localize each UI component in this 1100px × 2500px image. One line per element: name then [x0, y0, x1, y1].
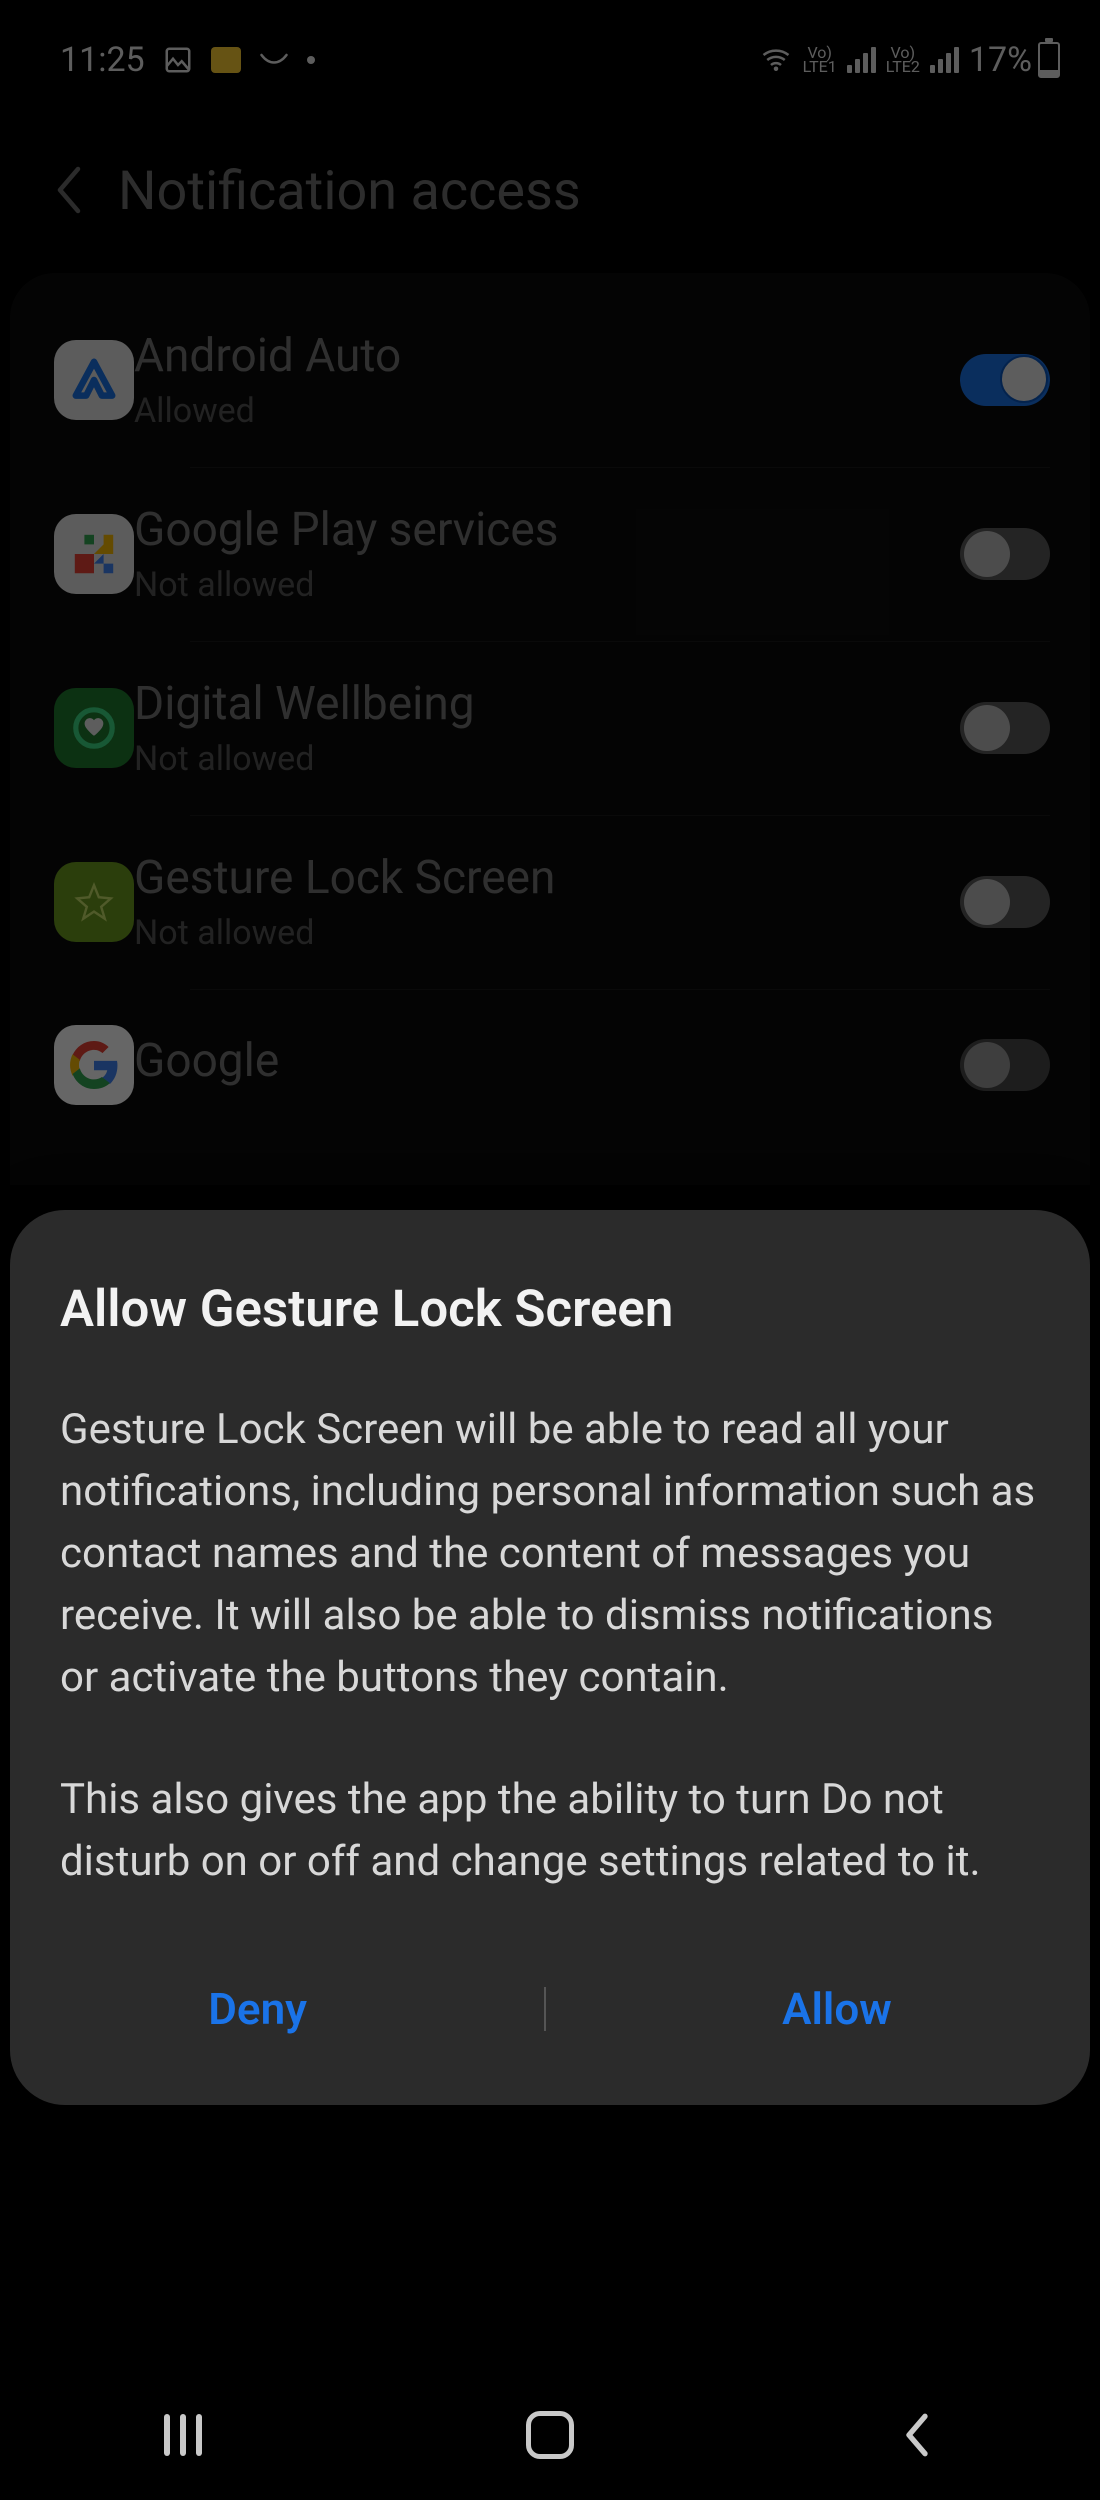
app-name: Android Auto [134, 329, 960, 383]
app-row-android-auto[interactable]: Android Auto Allowed [10, 293, 1090, 467]
volte1-icon: Vo)LTE1 [803, 46, 837, 74]
app-row-gesture-lock[interactable]: Gesture Lock Screen Not allowed [10, 815, 1090, 989]
app-list: Android Auto Allowed Google Play service… [10, 273, 1090, 1185]
app-name: Gesture Lock Screen [134, 851, 960, 905]
permission-dialog: Allow Gesture Lock Screen Gesture Lock S… [10, 1210, 1090, 2105]
signal2-icon [930, 47, 959, 73]
app-name: Google [134, 1034, 960, 1088]
play-services-icon [54, 514, 134, 594]
nav-recents-button[interactable] [153, 2405, 213, 2465]
status-bar: 11:25 Vo)LTE1 Vo)LTE2 17% [0, 0, 1100, 80]
android-auto-icon [54, 340, 134, 420]
nav-back-button[interactable] [887, 2405, 947, 2465]
page-header: Notification access [0, 80, 1100, 273]
dialog-actions: Deny Allow [60, 1953, 1040, 2065]
gesture-lock-icon [54, 862, 134, 942]
app-name: Digital Wellbeing [134, 677, 960, 731]
back-button[interactable] [50, 163, 88, 221]
more-notif-dot [307, 56, 315, 64]
nav-home-button[interactable] [520, 2405, 580, 2465]
allow-button[interactable]: Allow [722, 1953, 952, 2065]
app-status: Allowed [134, 391, 960, 431]
dialog-separator [544, 1987, 546, 2031]
image-notif-icon [161, 43, 195, 77]
app-status: Not allowed [134, 913, 960, 953]
dialog-title: Allow Gesture Lock Screen [60, 1280, 1040, 1339]
toggle-android-auto[interactable] [960, 354, 1050, 406]
app-row-google[interactable]: Google [10, 989, 1090, 1185]
battery-indicator: 17% [969, 40, 1060, 80]
mail-notif-icon [211, 47, 241, 73]
amazon-notif-icon [257, 43, 291, 77]
navigation-bar [0, 2370, 1100, 2500]
dialog-para1: Gesture Lock Screen will be able to read… [60, 1399, 1040, 1709]
page-title: Notification access [118, 160, 581, 223]
app-row-wellbeing[interactable]: Digital Wellbeing Not allowed [10, 641, 1090, 815]
app-status: Not allowed [134, 739, 960, 779]
signal1-icon [847, 47, 876, 73]
toggle-wellbeing[interactable] [960, 702, 1050, 754]
wifi-icon [759, 43, 793, 77]
google-icon [54, 1025, 134, 1105]
clock: 11:25 [60, 40, 145, 80]
toggle-gesture-lock[interactable] [960, 876, 1050, 928]
dialog-body: Gesture Lock Screen will be able to read… [60, 1399, 1040, 1893]
toggle-google[interactable] [960, 1039, 1050, 1091]
app-status: Not allowed [134, 565, 960, 605]
deny-button[interactable]: Deny [148, 1953, 367, 2065]
volte2-icon: Vo)LTE2 [886, 46, 920, 74]
app-row-play-services[interactable]: Google Play services Not allowed [10, 467, 1090, 641]
toggle-play-services[interactable] [960, 528, 1050, 580]
wellbeing-icon [54, 688, 134, 768]
dialog-para2: This also gives the app the ability to t… [60, 1769, 1040, 1893]
app-name: Google Play services [134, 503, 960, 557]
